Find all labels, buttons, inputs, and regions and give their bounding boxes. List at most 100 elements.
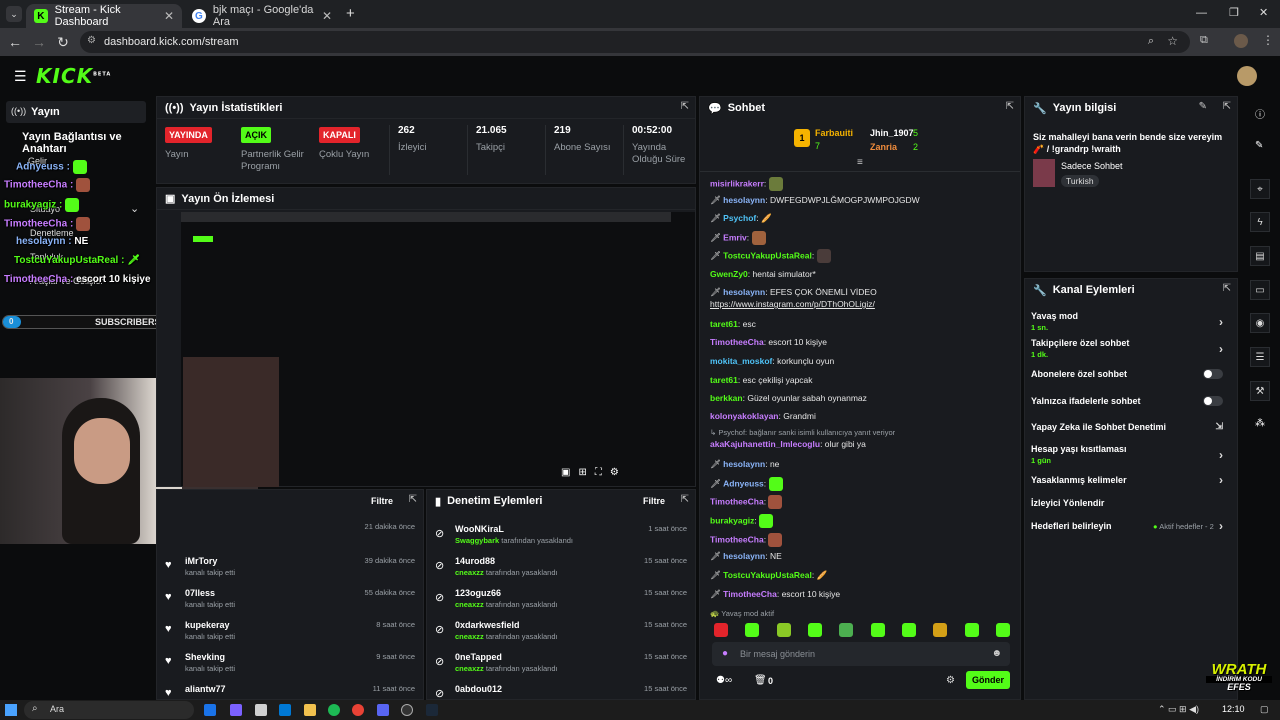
close-tab-icon[interactable]: ✕ <box>322 9 332 23</box>
tab-search-button[interactable]: ⌄ <box>6 6 22 22</box>
broadcast-icon[interactable]: ◉ <box>1250 313 1270 333</box>
extensions-icon[interactable]: ⧉ <box>1200 34 1208 47</box>
new-tab-button[interactable]: + <box>346 5 355 22</box>
filter-button[interactable]: Filtre <box>643 496 665 506</box>
emote-icon[interactable] <box>714 623 728 637</box>
category-name[interactable]: Sadece Sohbet <box>1061 161 1123 171</box>
action-raid[interactable]: İzleyici Yönlendir <box>1031 498 1231 512</box>
stream-tag[interactable]: Turkish <box>1061 175 1099 187</box>
emotes-only-toggle[interactable] <box>1203 396 1223 406</box>
profile-avatar[interactable] <box>1234 34 1248 48</box>
tab-google-search[interactable]: G bjk maçı - Google'da Ara ✕ <box>184 4 340 28</box>
sidebar-item-stream-key[interactable]: Yayın Bağlantısı ve Anahtarı <box>22 131 155 155</box>
send-button[interactable]: Gönder <box>966 671 1010 689</box>
chat-input[interactable]: ● Bir mesaj gönderin ☻ <box>712 642 1010 666</box>
forward-icon[interactable]: → <box>28 31 50 53</box>
external-link-icon: ⇲ <box>1215 421 1223 431</box>
back-icon[interactable]: ← <box>4 31 26 53</box>
emote-icon[interactable] <box>870 623 885 637</box>
browser-menu-icon[interactable]: ⋮ <box>1262 33 1274 47</box>
emote-icon[interactable] <box>933 623 948 637</box>
leader-name[interactable]: Zanria <box>870 142 897 152</box>
layout-icon[interactable]: ⁂ <box>1255 418 1265 429</box>
taskbar-app-icon[interactable] <box>279 704 291 716</box>
action-ai-moderation[interactable]: Yapay Zeka ile Sohbet Denetimi ⇲ <box>1031 421 1231 436</box>
action-followers-only[interactable]: Takipçilere özel sohbet 1 dk. › <box>1031 338 1231 362</box>
list-icon[interactable]: ☰ <box>1250 347 1270 367</box>
broadcast-icon: ((•)) <box>11 106 27 116</box>
chat-settings-icon[interactable]: ⚙ <box>946 675 955 686</box>
taskbar-app-icon[interactable] <box>204 704 216 716</box>
close-window-icon[interactable]: ✕ <box>1259 6 1268 19</box>
taskbar-search[interactable]: ⌕ Ara <box>24 701 194 719</box>
overlay-chat-line: TimotheeCha : <box>4 217 91 231</box>
crosshair-icon[interactable]: ⌖ <box>1250 179 1270 199</box>
popout-icon[interactable]: ⇱ <box>409 494 417 505</box>
clock[interactable]: 12:10 <box>1222 704 1245 714</box>
hamburger-menu-icon[interactable]: ☰ <box>14 68 27 85</box>
emoji-icon[interactable]: ☻ <box>991 648 1002 659</box>
reload-icon[interactable]: ↻ <box>52 31 74 53</box>
expand-leaderboard-icon[interactable]: ≡ <box>857 157 863 168</box>
discord-icon[interactable] <box>377 704 389 716</box>
tab-kick-dashboard[interactable]: K Stream - Kick Dashboard ✕ <box>26 4 182 28</box>
kick-points-icon[interactable]: ⚉∞ <box>716 675 732 686</box>
popout-icon[interactable]: ⇱ <box>681 494 689 505</box>
wrench-icon[interactable]: ⚒ <box>1250 381 1270 401</box>
restore-icon[interactable]: ❐ <box>1229 6 1239 19</box>
site-info-icon[interactable]: ⚙ <box>87 35 96 46</box>
action-account-age[interactable]: Hesap yaşı kısıtlaması 1 gün › <box>1031 444 1231 468</box>
bookmark-star-icon[interactable]: ☆ <box>1167 34 1178 48</box>
chat-icon[interactable]: ▭ <box>1250 280 1270 300</box>
reply-context: ↳ Psychof: bağlanır sanki isimli kullanı… <box>710 428 896 437</box>
preview-controls[interactable]: ▣⊞⛶⚙ <box>561 467 627 478</box>
filter-button[interactable]: Filtre <box>371 496 393 506</box>
action-slow-mode[interactable]: Yavaş mod 1 sn. › <box>1031 311 1231 335</box>
close-tab-icon[interactable]: ✕ <box>164 9 174 23</box>
chat-message: mokita_moskof: korkunçlu oyun <box>710 356 835 366</box>
zoom-icon[interactable]: ⌕ <box>1148 35 1154 48</box>
taskbar-app-icon[interactable] <box>304 704 316 716</box>
popout-icon[interactable]: ⇱ <box>681 101 689 112</box>
chat-link[interactable]: https://www.instagram.com/p/DThOhOLigiz/ <box>710 299 875 309</box>
edit-icon[interactable]: ✎ <box>1199 101 1207 112</box>
popout-icon[interactable]: ⇱ <box>1223 101 1231 112</box>
emote-icon[interactable] <box>901 623 916 637</box>
info-icon[interactable]: ⓘ <box>1255 106 1265 121</box>
leader-name[interactable]: Farbauiti <box>815 128 853 138</box>
emote-icon[interactable] <box>776 623 791 637</box>
chat-message: TimotheeCha: <box>710 533 783 547</box>
stream-preview-video[interactable]: ▣⊞⛶⚙ <box>181 212 695 487</box>
emote-icon[interactable] <box>995 623 1010 637</box>
taskbar-app-icon[interactable] <box>401 704 413 716</box>
spotify-icon[interactable] <box>328 704 340 716</box>
popout-icon[interactable]: ⇱ <box>1006 101 1014 112</box>
chrome-icon[interactable] <box>352 704 364 716</box>
steam-icon[interactable] <box>426 704 438 716</box>
lightning-icon[interactable]: ϟ <box>1250 212 1270 232</box>
pencil-icon[interactable]: ✎ <box>1255 140 1263 151</box>
taskbar-app-icon[interactable] <box>255 704 267 716</box>
address-bar[interactable]: ⚙ dashboard.kick.com/stream ⌕ ☆ <box>80 31 1190 53</box>
sidebar-item-yayin[interactable]: ((•)) Yayın <box>6 101 146 123</box>
minimize-icon[interactable]: — <box>1196 7 1207 19</box>
emote-icon[interactable] <box>839 623 854 637</box>
notification-icon[interactable]: ▢ <box>1260 704 1269 715</box>
stream-title: Siz mahalleyi bana verin bende size vere… <box>1033 132 1223 154</box>
tray-icons[interactable]: ⌃ ▭ ⊞ ◀) <box>1158 704 1199 715</box>
kick-logo[interactable]: KICKBETA <box>36 64 111 88</box>
action-banned-words[interactable]: Yasaklanmış kelimeler › <box>1031 473 1231 489</box>
windows-start-icon[interactable] <box>5 704 17 716</box>
emote-icon[interactable] <box>745 623 760 637</box>
emote-icon[interactable] <box>807 623 822 637</box>
gift-icon[interactable]: 🗑 <box>754 675 767 686</box>
user-avatar[interactable] <box>1237 66 1257 86</box>
category-thumbnail[interactable] <box>1033 159 1055 187</box>
emote-icon[interactable] <box>964 623 979 637</box>
subscribers-only-toggle[interactable] <box>1203 369 1223 379</box>
popout-icon[interactable]: ⇱ <box>1223 283 1231 294</box>
document-icon[interactable]: ▤ <box>1250 246 1270 266</box>
action-goals[interactable]: Hedefleri belirleyin ● Aktif hedefler - 2… <box>1031 519 1231 535</box>
taskbar-app-icon[interactable] <box>230 704 242 716</box>
leader-name[interactable]: Jhin_1907 <box>870 128 914 138</box>
